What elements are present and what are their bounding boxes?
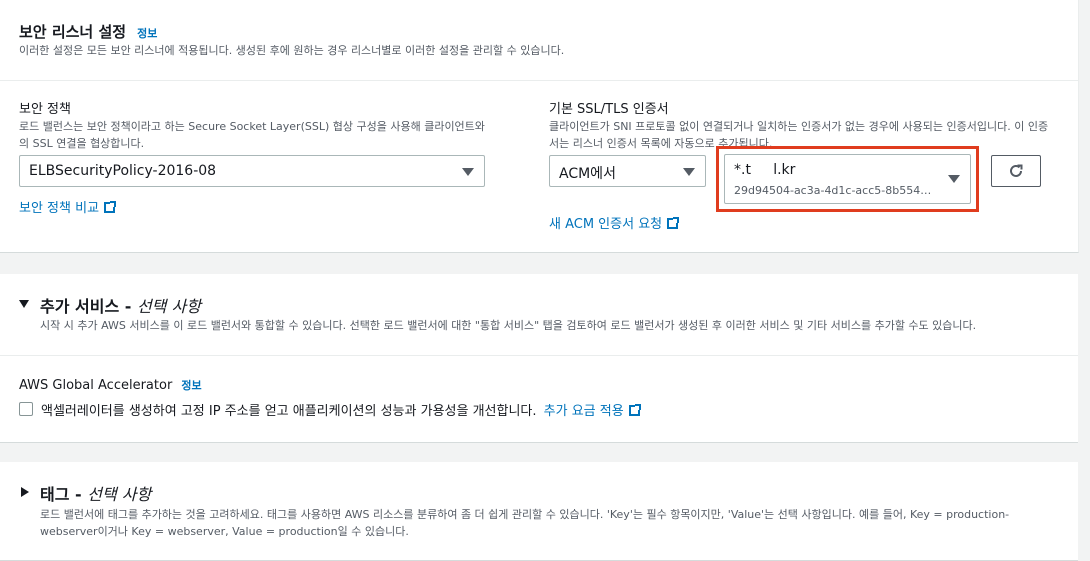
tags-title: 태그 - — [40, 485, 88, 504]
certificate-label: 기본 SSL/TLS 인증서 — [549, 102, 669, 117]
security-policy-select[interactable]: ELBSecurityPolicy-2016-08 — [19, 155, 485, 187]
security-policy-label: 보안 정책 — [19, 102, 71, 117]
divider — [0, 80, 1078, 81]
tags-panel: 태그 - 선택 사항 로드 밸런서에 태그를 추가하는 것을 고려하세요. 태그… — [0, 462, 1078, 561]
caret-down-icon — [948, 175, 960, 183]
tags-desc-1: 로드 밸런서에 태그를 추가하는 것을 고려하세요. 태그를 사용하면 AWS … — [40, 508, 1010, 521]
accelerator-checkbox[interactable] — [19, 402, 33, 416]
charges-link[interactable]: 추가 요금 적용 — [543, 404, 641, 419]
addons-title-row[interactable]: 추가 서비스 - 선택 사항 — [40, 293, 201, 317]
certificate-desc-1: 클라이언트가 SNI 프로토콜 없이 연결되거나 일치하는 인증서가 없는 경우… — [549, 120, 1049, 133]
refresh-button[interactable] — [991, 155, 1041, 187]
certificate-source-value: ACM에서 — [559, 166, 616, 182]
tags-optional: 선택 사항 — [87, 485, 152, 504]
certificate-select[interactable]: *.t l.kr 29d94504-ac3a-4d1c-acc5-8b554… — [724, 154, 971, 204]
tags-title-row[interactable]: 태그 - 선택 사항 — [40, 481, 151, 505]
certificate-source-select[interactable]: ACM에서 — [549, 155, 706, 187]
addons-optional: 선택 사항 — [136, 297, 201, 316]
refresh-icon — [1010, 164, 1023, 177]
request-certificate-label: 새 ACM 인증서 요청 — [549, 217, 663, 232]
accelerator-label: AWS Global Accelerator — [19, 378, 173, 393]
compare-policies-label: 보안 정책 비교 — [19, 201, 100, 216]
listener-title: 보안 리스너 설정 — [19, 23, 127, 41]
divider — [0, 355, 1078, 356]
listener-title-row: 보안 리스너 설정 정보 — [19, 21, 157, 42]
security-policy-desc-2: 의 SSL 연결을 협상합니다. — [19, 137, 145, 150]
compare-policies-link[interactable]: 보안 정책 비교 — [19, 197, 117, 216]
addons-title: 추가 서비스 - — [40, 297, 137, 316]
collapse-triangle-icon[interactable] — [19, 300, 29, 308]
caret-down-icon — [462, 168, 474, 176]
security-policy-desc-1: 로드 밸런스는 보안 정책이라고 하는 Secure Socket Layer(… — [19, 120, 485, 133]
accelerator-checkbox-row: 액셀러레이터를 생성하여 고정 IP 주소를 얻고 애플리케이션의 성능과 가용… — [41, 400, 641, 419]
accelerator-info-link[interactable]: 정보 — [181, 379, 201, 392]
request-certificate-link[interactable]: 새 ACM 인증서 요청 — [549, 213, 680, 232]
certificate-name: *.t l.kr — [734, 162, 796, 178]
addons-panel: 추가 서비스 - 선택 사항 시작 시 추가 AWS 서비스를 이 로드 밸런서… — [0, 274, 1078, 443]
external-link-icon — [104, 201, 117, 213]
listener-description: 이러한 설정은 모든 보안 리스너에 적용됩니다. 생성된 후에 원하는 경우 … — [19, 44, 565, 57]
accelerator-label-row: AWS Global Accelerator 정보 — [19, 374, 202, 393]
addons-description: 시작 시 추가 AWS 서비스를 이 로드 밸런서와 통합할 수 있습니다. 선… — [40, 319, 977, 332]
listener-info-link[interactable]: 정보 — [137, 27, 157, 40]
listener-settings-panel: 보안 리스너 설정 정보 이러한 설정은 모든 보안 리스너에 적용됩니다. 생… — [0, 0, 1079, 253]
certificate-id: 29d94504-ac3a-4d1c-acc5-8b554… — [734, 184, 932, 197]
external-link-icon — [667, 217, 680, 229]
caret-down-icon — [683, 168, 695, 176]
accelerator-checkbox-label: 액셀러레이터를 생성하여 고정 IP 주소를 얻고 애플리케이션의 성능과 가용… — [41, 404, 537, 419]
expand-triangle-icon[interactable] — [21, 487, 29, 497]
tags-desc-2: webserver이거나 Key = webserver, Value = pr… — [40, 525, 409, 538]
external-link-icon — [628, 404, 641, 416]
charges-link-label: 추가 요금 적용 — [543, 404, 624, 419]
security-policy-value: ELBSecurityPolicy-2016-08 — [29, 163, 217, 179]
